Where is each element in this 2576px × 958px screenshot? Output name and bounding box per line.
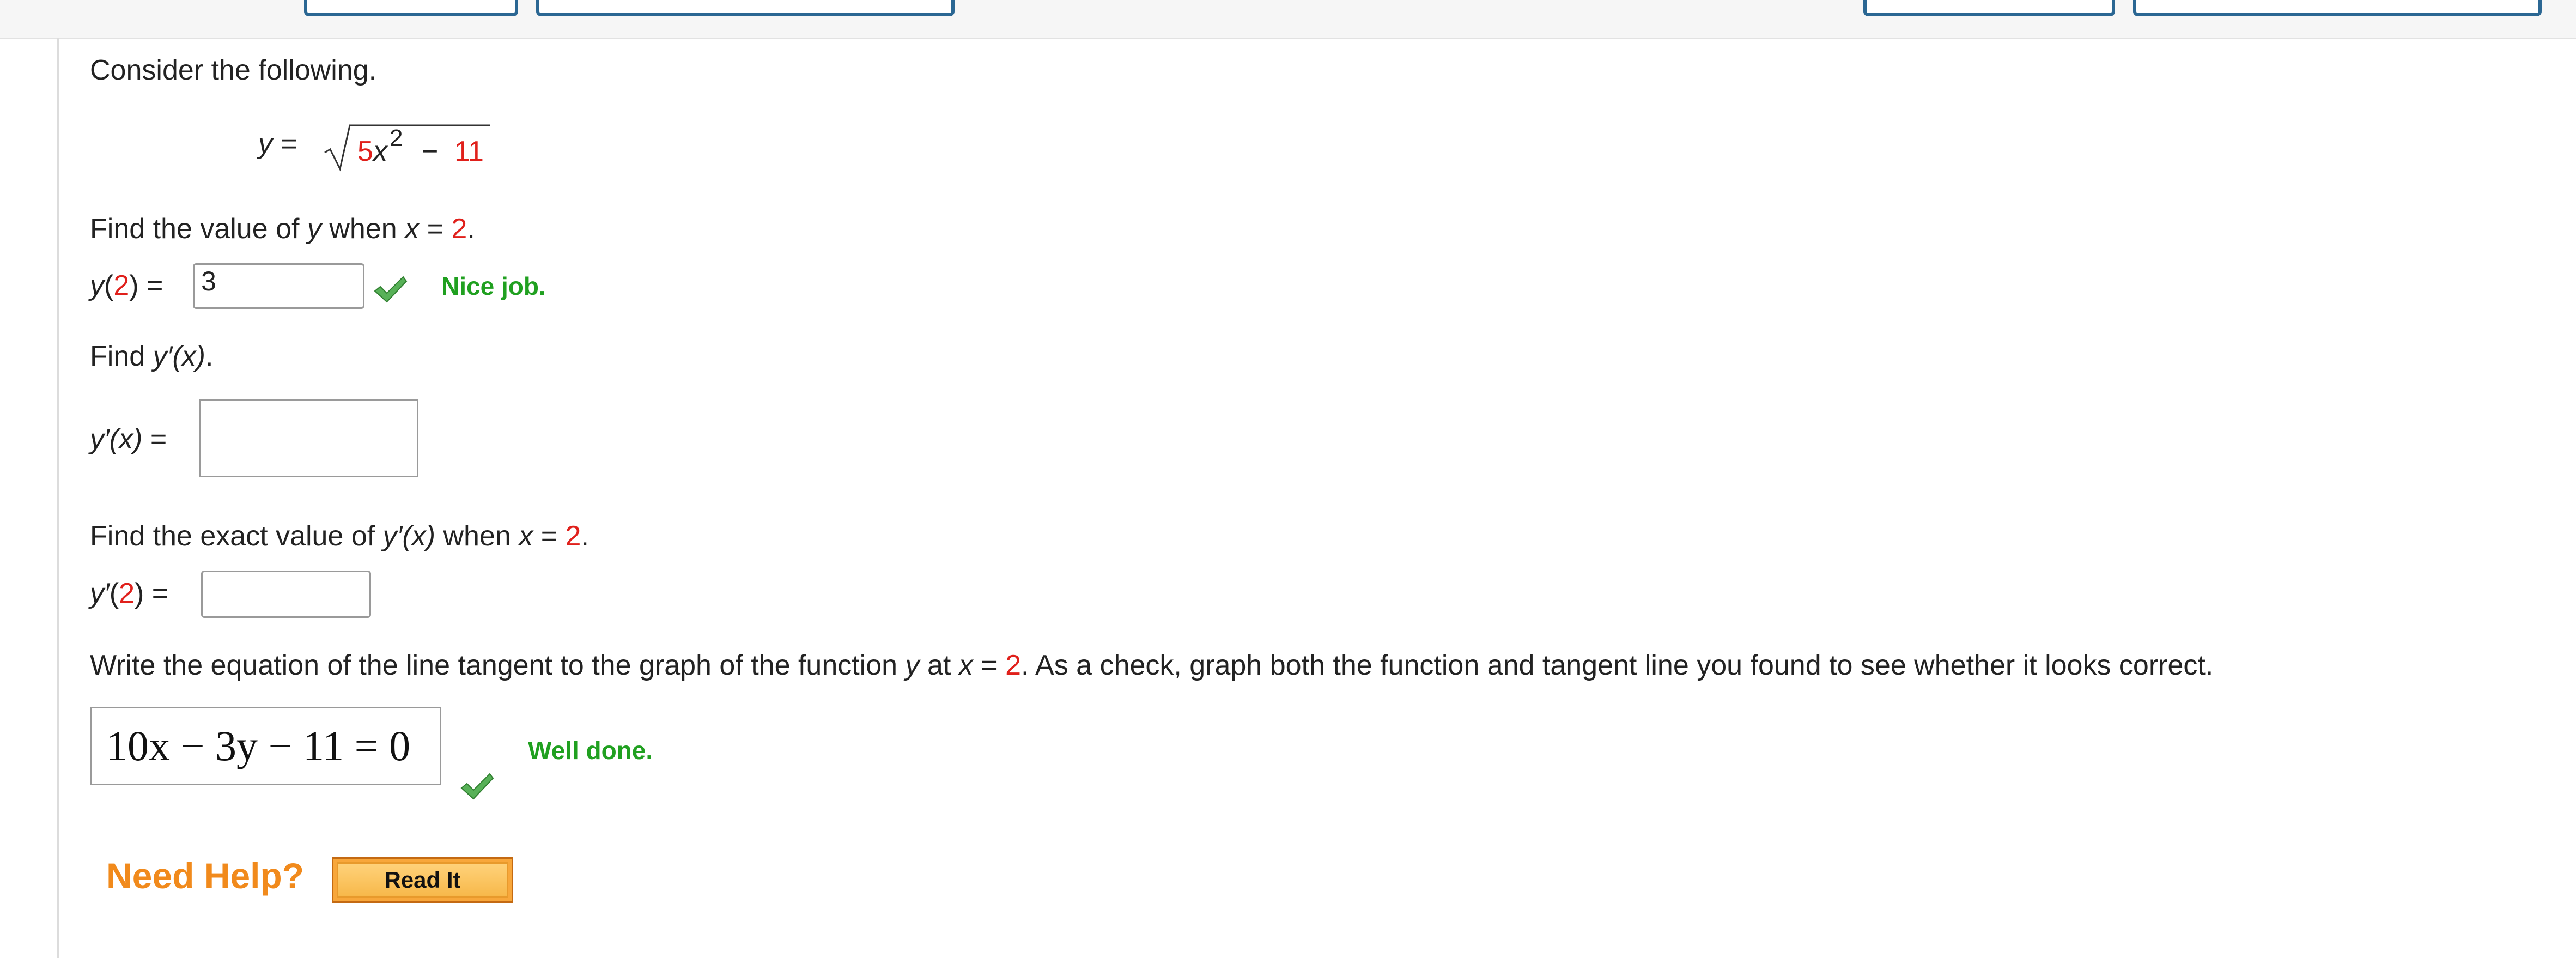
q4-prompt-var: y xyxy=(905,650,920,681)
toolbar-button-1[interactable] xyxy=(304,0,518,16)
q4-answer-input[interactable]: 10x − 3y − 11 = 0 xyxy=(90,707,441,785)
q2-label: y′(x) = xyxy=(90,423,167,456)
checkmark-icon xyxy=(374,276,408,303)
toolbar-button-3[interactable] xyxy=(1863,0,2115,16)
need-help-label: Need Help? xyxy=(106,856,305,896)
q3-prompt-b: when xyxy=(443,520,511,552)
function-display: y = 5 x 2 − 11 xyxy=(258,121,498,175)
q3-prompt-x: x xyxy=(519,520,533,552)
q2-prompt-period: . xyxy=(205,341,214,372)
q3-answer-input[interactable] xyxy=(201,571,371,618)
q3-prompt: Find the exact value of y′(x) when x = 2… xyxy=(90,520,589,553)
q4-prompt: Write the equation of the line tangent t… xyxy=(90,649,2213,682)
q4-prompt-eq: = xyxy=(981,650,998,681)
function-var: x xyxy=(373,136,387,167)
q2-prompt-a: Find xyxy=(90,341,145,372)
q1-label-y: y xyxy=(90,270,104,301)
q3-label-arg: 2 xyxy=(119,578,135,609)
q1-prompt: Find the value of y when x = 2. xyxy=(90,213,475,245)
function-coef: 5 xyxy=(357,136,373,167)
q3-label: y′(2) = xyxy=(90,577,168,610)
q2-label-eq: = xyxy=(150,423,167,455)
q1-prompt-eq: = xyxy=(427,213,443,245)
q3-label-eq: = xyxy=(151,578,169,609)
q2-answer-input[interactable] xyxy=(199,399,418,477)
q4-prompt-a: Write the equation of the line tangent t… xyxy=(90,650,898,681)
q4-prompt-xval: 2 xyxy=(1005,650,1022,681)
q3-label-y: y′ xyxy=(90,578,110,609)
q1-prompt-var: y xyxy=(307,213,321,245)
q2-label-expr: y′(x) xyxy=(90,423,143,455)
q1-prompt-b: when xyxy=(329,213,397,245)
function-exp: 2 xyxy=(390,125,403,151)
q3-label-open: ( xyxy=(109,578,119,609)
q1-prompt-a: Find the value of xyxy=(90,213,300,245)
q2-prompt: Find y′(x). xyxy=(90,340,213,373)
q3-label-close: ) xyxy=(135,578,144,609)
q1-label-open: ( xyxy=(104,270,114,301)
read-it-button[interactable]: Read It xyxy=(332,857,513,903)
q1-feedback: Nice job. xyxy=(441,272,546,300)
q3-prompt-a: Find the exact value of xyxy=(90,520,375,552)
function-const: 11 xyxy=(454,136,484,167)
left-divider xyxy=(57,38,59,958)
toolbar-button-4[interactable] xyxy=(2133,0,2542,16)
q1-prompt-x: x xyxy=(405,213,420,245)
q3-prompt-period: . xyxy=(581,520,589,552)
intro-text: Consider the following. xyxy=(90,54,377,86)
q1-answer-input[interactable]: 3 xyxy=(193,263,364,309)
q1-prompt-period: . xyxy=(467,213,475,245)
q4-prompt-x: x xyxy=(958,650,973,681)
q1-label-eq: = xyxy=(147,270,163,301)
q3-prompt-xval: 2 xyxy=(565,520,581,552)
q4-prompt-b: at xyxy=(927,650,951,681)
q2-prompt-expr: y′(x) xyxy=(153,341,205,372)
toolbar-button-2[interactable] xyxy=(536,0,955,16)
q1-label: y(2) = xyxy=(90,269,163,302)
q1-label-close: ) xyxy=(129,270,139,301)
q1-label-arg: 2 xyxy=(113,270,130,301)
checkmark-icon xyxy=(460,773,494,800)
q3-prompt-eq: = xyxy=(540,520,558,552)
function-minus: − xyxy=(422,136,439,167)
read-it-label: Read It xyxy=(337,862,508,898)
q4-feedback: Well done. xyxy=(528,736,653,765)
top-toolbar xyxy=(0,0,2576,39)
q4-prompt-c: . As a check, graph both the function an… xyxy=(1021,650,2214,681)
q3-prompt-expr: y′(x) xyxy=(382,520,436,552)
q1-prompt-xval: 2 xyxy=(451,213,467,245)
